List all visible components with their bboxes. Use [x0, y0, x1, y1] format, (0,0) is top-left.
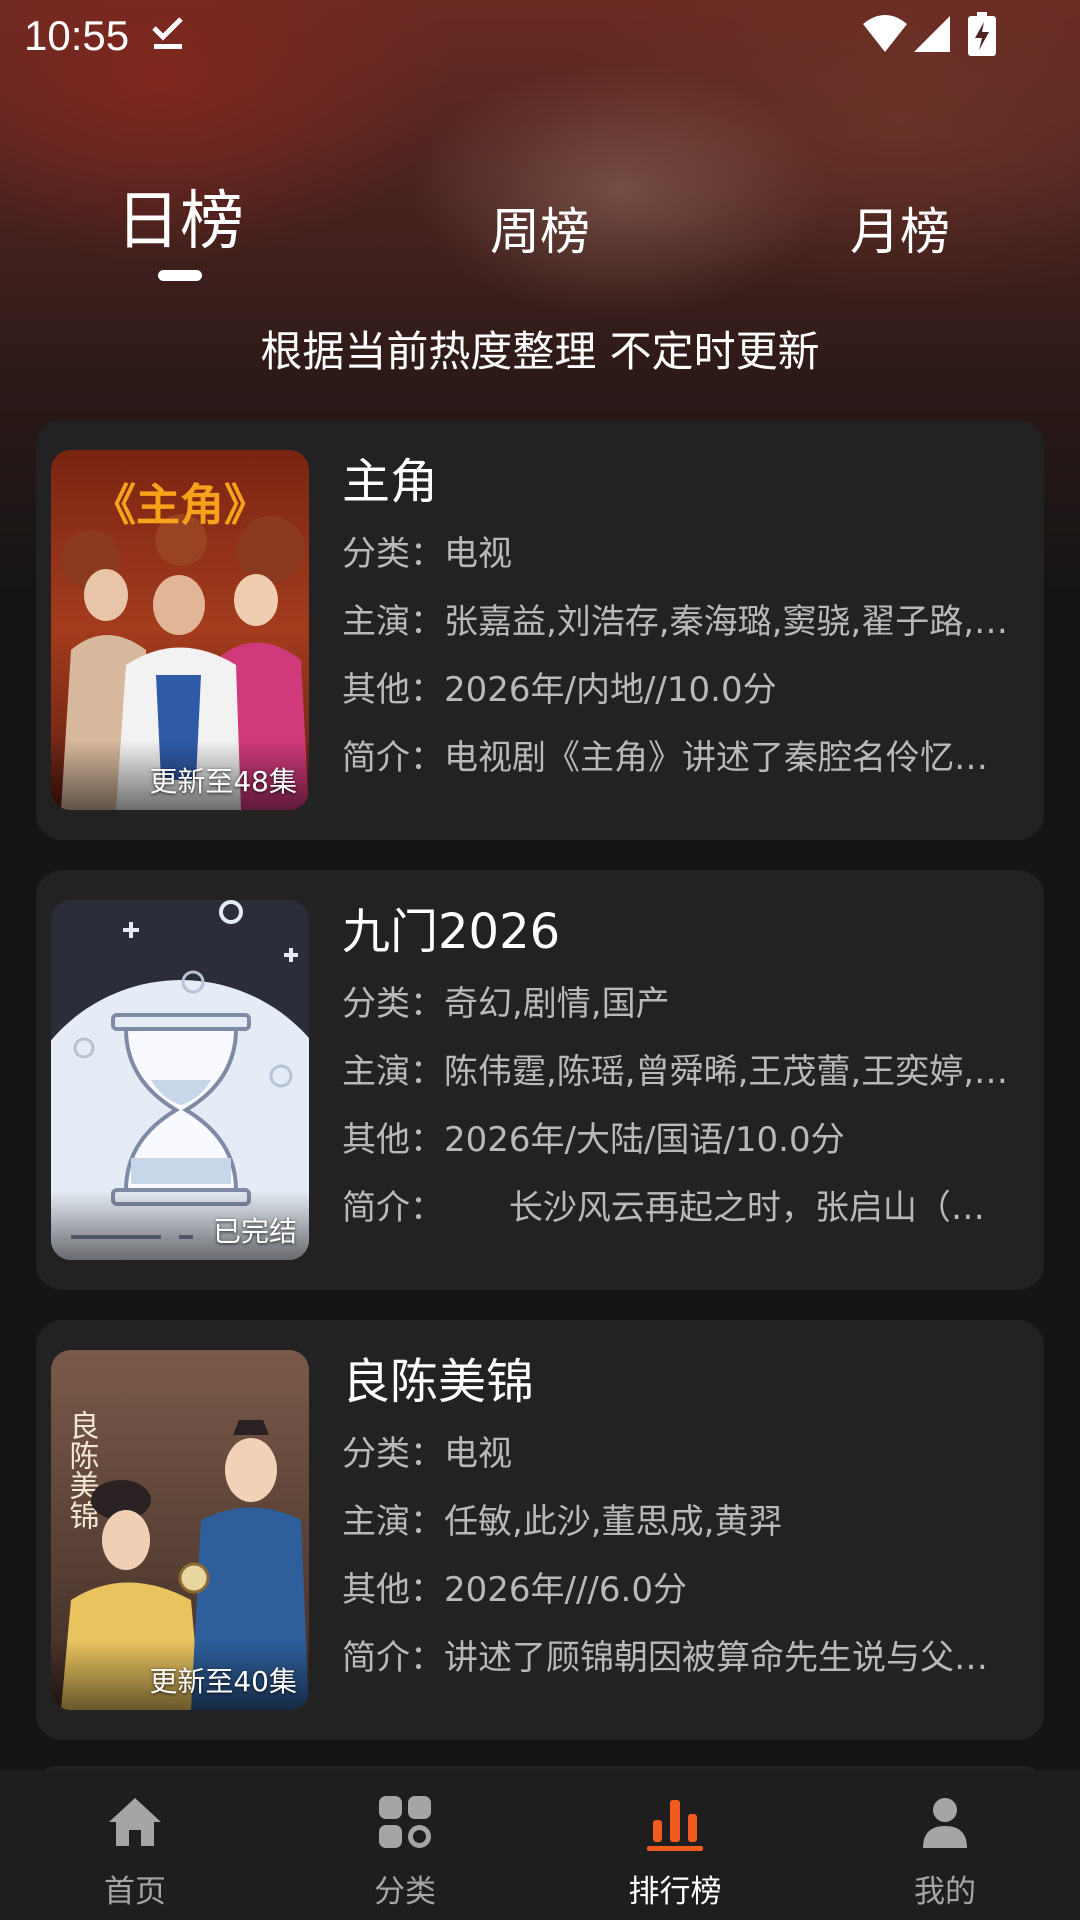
status-time: 10:55 — [24, 12, 130, 59]
tab-active-indicator — [158, 270, 202, 281]
nav-category-label: 分类 — [374, 1874, 436, 1910]
download-done-icon — [150, 14, 186, 58]
poster-logo-text: 《主角》 — [92, 480, 268, 531]
tab-daily[interactable]: 日榜 — [100, 170, 260, 262]
poster-image[interactable]: 已完结 — [51, 900, 309, 1260]
ranking-tabs: 日榜 周榜 月榜 — [0, 170, 1080, 290]
episode-badge: 更新至48集 — [149, 765, 297, 798]
item-title: 主角 — [342, 454, 439, 510]
ranking-subtitle: 根据当前热度整理 不定时更新 — [260, 327, 820, 376]
item-info: 主角 分类：电视 主演：张嘉益,刘浩存,秦海璐,窦骁,翟子路,… 其他：2026… — [342, 452, 1032, 792]
item-category: 分类：电视 — [342, 1434, 512, 1474]
item-cast: 主演：陈伟霆,陈瑶,曾舜晞,王茂蕾,王奕婷,… — [342, 1052, 1009, 1092]
home-icon — [109, 1798, 161, 1846]
nav-ranking-label: 排行榜 — [628, 1874, 722, 1910]
nav-profile[interactable]: 我的 — [810, 1770, 1080, 1920]
ranking-card[interactable]: 良陈美锦 更新至40集 良陈美锦 分类：电视 主演：任敏,此沙,董思成,黄羿 其… — [36, 1320, 1044, 1740]
tab-weekly[interactable]: 周榜 — [460, 192, 620, 264]
item-intro: 简介：讲述了顾锦朝因被算命先生说与父… — [342, 1638, 988, 1678]
item-category: 分类：奇幻,剧情,国产 — [342, 984, 670, 1024]
nav-category[interactable]: 分类 — [270, 1770, 540, 1920]
item-other: 其他：2026年/大陆/国语/10.0分 — [342, 1120, 845, 1160]
item-other: 其他：2026年/内地//10.0分 — [342, 670, 777, 710]
item-cast: 主演：张嘉益,刘浩存,秦海璐,窦骁,翟子路,… — [342, 602, 1009, 642]
tab-monthly-label: 月榜 — [850, 203, 950, 261]
nav-home-label: 首页 — [104, 1874, 166, 1910]
item-intro: 简介： 长沙风云再起之时，张启山（… — [342, 1188, 985, 1228]
ranking-icon — [647, 1800, 703, 1851]
status-badge: 已完结 — [212, 1215, 297, 1248]
item-other: 其他：2026年///6.0分 — [342, 1570, 687, 1610]
wifi-icon — [862, 14, 908, 58]
profile-icon — [923, 1798, 967, 1848]
tab-daily-label: 日榜 — [116, 185, 244, 259]
signal-icon — [912, 14, 952, 58]
category-icon — [379, 1796, 431, 1848]
poster-image[interactable]: 良陈美锦 更新至40集 — [51, 1350, 309, 1710]
battery-charging-icon — [968, 12, 996, 60]
nav-ranking[interactable]: 排行榜 — [540, 1770, 810, 1920]
ranking-card[interactable]: 《主角》 更新至48集 主角 分类：电视 主演：张嘉益,刘浩存,秦海璐,窦骁,翟… — [36, 420, 1044, 840]
episode-badge: 更新至40集 — [149, 1665, 297, 1698]
poster-logo-text: 良陈美锦 — [64, 1410, 100, 1530]
status-bar: 10:55 — [0, 0, 1080, 72]
nav-home[interactable]: 首页 — [0, 1770, 270, 1920]
item-category: 分类：电视 — [342, 534, 512, 574]
item-title: 良陈美锦 — [342, 1354, 535, 1410]
ranking-card[interactable]: 已完结 九门2026 分类：奇幻,剧情,国产 主演：陈伟霆,陈瑶,曾舜晞,王茂蕾… — [36, 870, 1044, 1290]
bottom-nav: 首页 分类 排行榜 我的 — [0, 1770, 1080, 1920]
nav-profile-label: 我的 — [914, 1874, 976, 1910]
poster-image[interactable]: 《主角》 更新至48集 — [51, 450, 309, 810]
item-title: 九门2026 — [342, 904, 561, 960]
tab-monthly[interactable]: 月榜 — [820, 192, 980, 264]
item-intro: 简介：电视剧《主角》讲述了秦腔名伶忆… — [342, 738, 988, 778]
tab-weekly-label: 周榜 — [490, 203, 590, 261]
item-cast: 主演：任敏,此沙,董思成,黄羿 — [342, 1502, 783, 1542]
item-info: 九门2026 分类：奇幻,剧情,国产 主演：陈伟霆,陈瑶,曾舜晞,王茂蕾,王奕婷… — [342, 902, 1032, 1242]
item-info: 良陈美锦 分类：电视 主演：任敏,此沙,董思成,黄羿 其他：2026年///6.… — [342, 1352, 1032, 1692]
